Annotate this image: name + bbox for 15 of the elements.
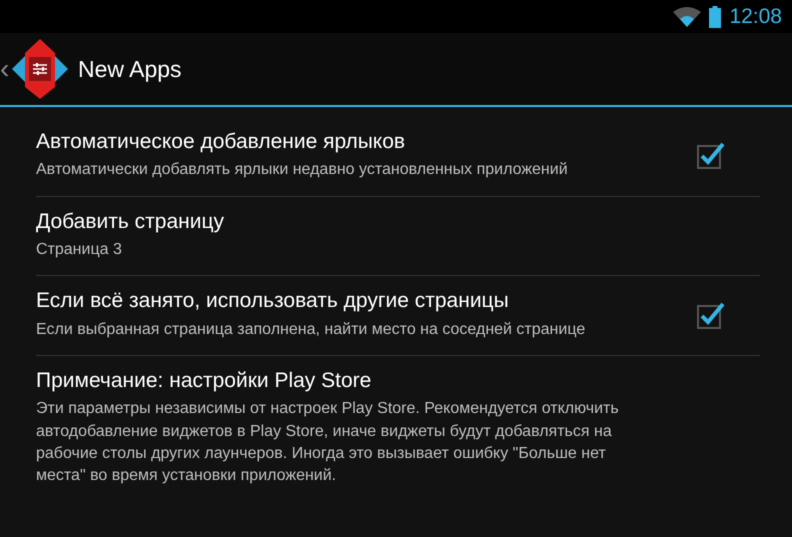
setting-title[interactable]: Если всё занято, использовать другие страницы (36, 288, 676, 315)
checkbox[interactable] (696, 140, 726, 170)
status-time: 12:08 (729, 4, 782, 30)
setting-title[interactable]: Примечание: настройки Play Store (36, 368, 760, 394)
setting-summary: Если выбранная страница заполнена, найти место на соседней странице (36, 320, 586, 340)
setting-title[interactable]: Добавить страницу (36, 208, 760, 235)
screen-title: New Apps (78, 54, 182, 84)
setting-title[interactable]: Автоматическое добавление ярлыков (36, 129, 676, 156)
setting-summary: Страница 3 (36, 240, 123, 260)
setting-summary: Эти параметры независимы от настроек Play Store. Рекомендуется отключить автодобавление виджетов в Play Store, иначе виджеты будут добавляться на рабочие столы других лаунчеров. Иногда это вызывает ошибку "Больше нет места" во время установки приложений. (36, 399, 620, 486)
battery-icon (709, 6, 722, 28)
setting-summary: Автоматически добавлять ярлыки недавно установленных приложений (36, 160, 569, 180)
wifi-icon (673, 6, 702, 26)
app-icon[interactable] (10, 37, 70, 101)
back-caret-icon[interactable]: ‹ (0, 55, 10, 83)
